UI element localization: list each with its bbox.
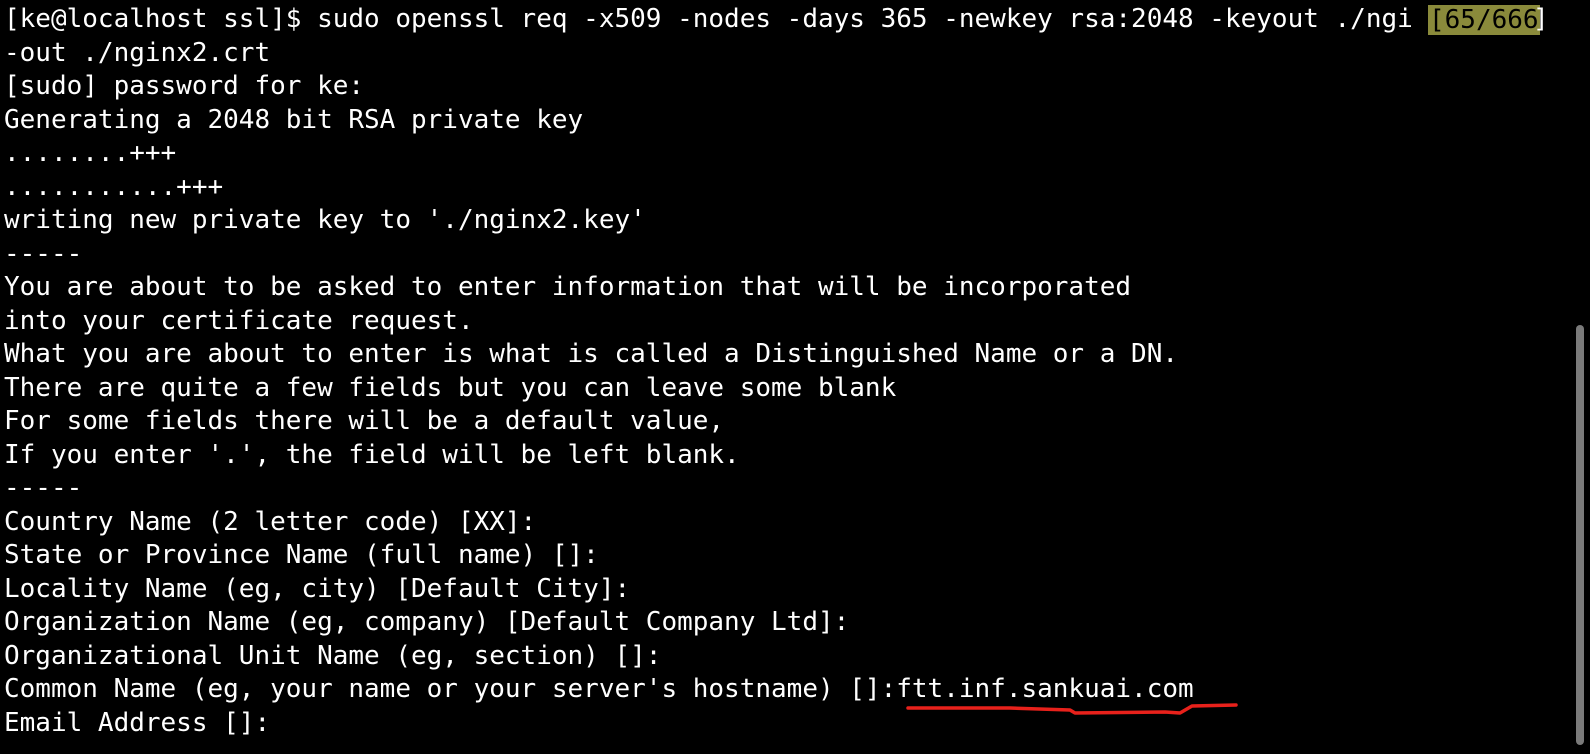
terminal-line: Locality Name (eg, city) [Default City]: bbox=[4, 573, 631, 604]
terminal-line: writing new private key to './nginx2.key… bbox=[4, 205, 646, 235]
terminal-line: Email Address []: bbox=[4, 707, 271, 738]
terminal-line: If you enter '.', the field will be left… bbox=[4, 439, 740, 470]
terminal-line: ----- bbox=[4, 473, 83, 503]
terminal-line: ...........+++ bbox=[4, 171, 224, 202]
terminal-line: Generating a 2048 bit RSA private key bbox=[4, 104, 584, 135]
terminal-line: You are about to be asked to enter infor… bbox=[4, 272, 1132, 302]
terminal-line: -out ./nginx2.crt bbox=[4, 37, 271, 68]
terminal-line: ........+++ bbox=[4, 138, 177, 168]
terminal-window[interactable]: [ke@localhost ssl]$ sudo openssl req -x5… bbox=[0, 0, 1590, 754]
terminal-line: [sudo] password for ke: bbox=[4, 71, 365, 101]
terminal-line: For some fields there will be a default … bbox=[4, 406, 725, 436]
common-name-prompt: Common Name (eg, your name or your serve… bbox=[4, 674, 897, 704]
terminal-line: What you are about to enter is what is c… bbox=[4, 339, 1178, 369]
vertical-scrollbar[interactable] bbox=[1576, 325, 1584, 745]
line-position-indicator: [65/666 bbox=[1428, 5, 1540, 35]
terminal-line: There are quite a few fields but you can… bbox=[4, 372, 897, 403]
common-name-value: ftt.inf.sankuai.com bbox=[896, 674, 1194, 704]
terminal-output: [ke@localhost ssl]$ sudo openssl req -x5… bbox=[4, 3, 1590, 740]
terminal-line: [ke@localhost ssl]$ sudo openssl req -x5… bbox=[4, 4, 1413, 34]
terminal-line-common-name: Common Name (eg, your name or your serve… bbox=[4, 673, 1590, 707]
terminal-line: Organizational Unit Name (eg, section) [… bbox=[4, 640, 662, 671]
terminal-line: Country Name (2 letter code) [XX]: bbox=[4, 506, 537, 537]
line-position-indicator-close: ] bbox=[1533, 4, 1549, 34]
terminal-line: Organization Name (eg, company) [Default… bbox=[4, 607, 850, 637]
terminal-line: into your certificate request. bbox=[4, 305, 474, 336]
terminal-line: State or Province Name (full name) []: bbox=[4, 540, 599, 570]
terminal-line: ----- bbox=[4, 238, 83, 269]
